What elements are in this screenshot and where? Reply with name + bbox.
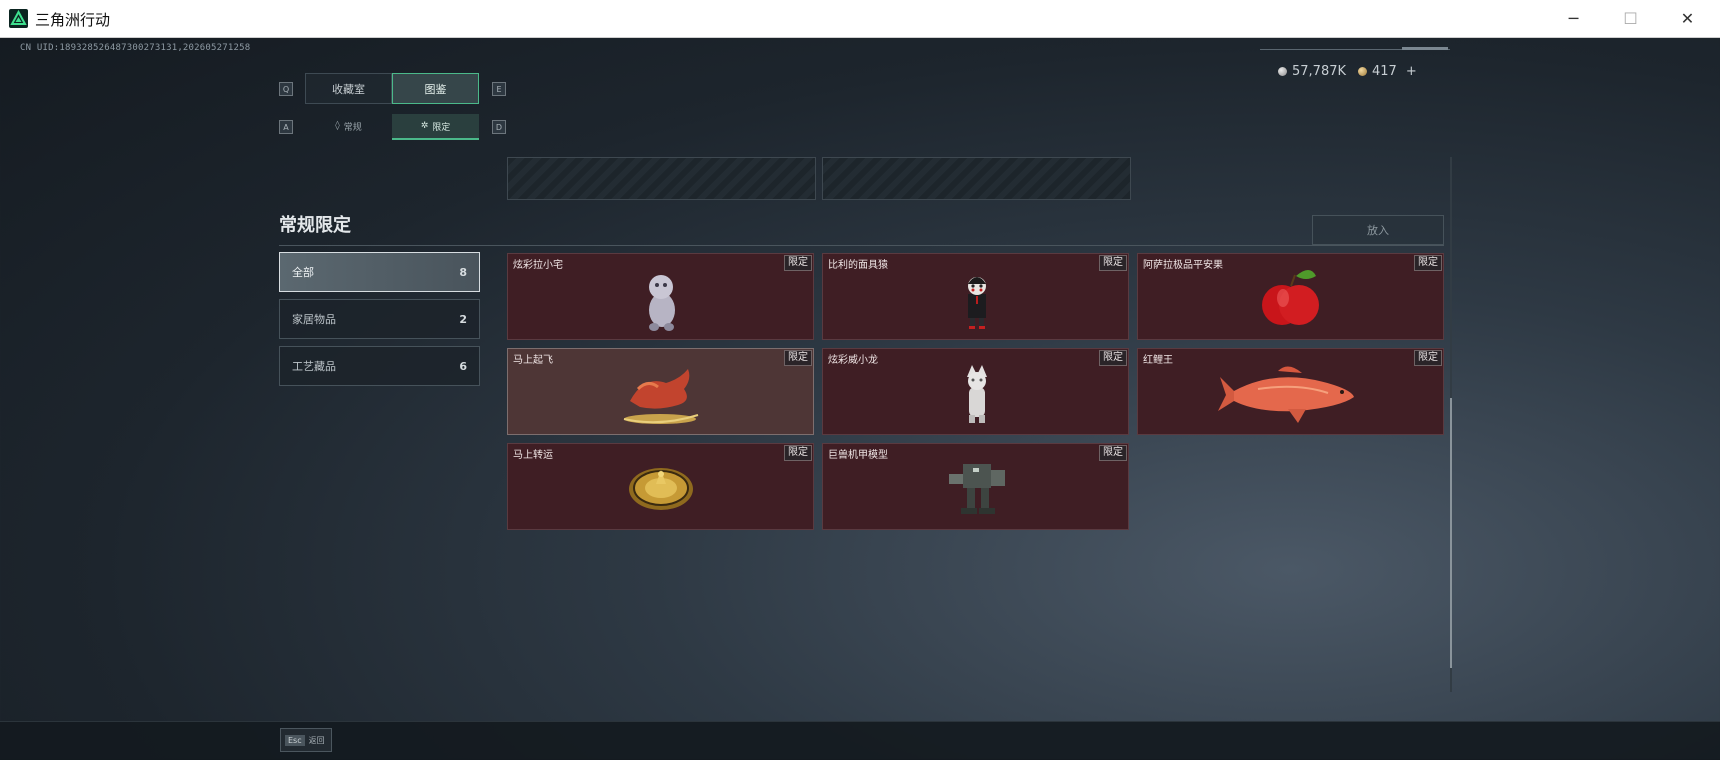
app-logo-icon	[9, 9, 28, 28]
subtab-label: 常规	[343, 122, 362, 133]
item-card[interactable]: 比利的面具猿 限定	[822, 253, 1129, 340]
item-name: 马上转运	[513, 450, 553, 461]
silver-value: 57,787K	[1292, 64, 1347, 79]
limited-badge: 限定	[1099, 445, 1127, 461]
item-name: 红鲤王	[1143, 355, 1173, 366]
item-card[interactable]: 阿萨拉极品平安果 限定	[1137, 253, 1444, 340]
item-name: 炫彩威小龙	[828, 355, 878, 366]
limited-badge: 限定	[1414, 255, 1442, 271]
limited-badge: 限定	[1414, 350, 1442, 366]
silver-coin-icon	[1278, 67, 1287, 76]
item-name: 巨兽机甲模型	[828, 450, 888, 461]
gold-currency[interactable]: 417 +	[1358, 64, 1417, 79]
item-card[interactable]: 红鲤王 限定	[1137, 348, 1444, 435]
section-divider	[279, 245, 1444, 246]
minimize-icon: ─	[1568, 9, 1579, 28]
close-button[interactable]: ✕	[1659, 0, 1716, 37]
tab-collection-room[interactable]: 收藏室	[305, 73, 392, 104]
scrollbar-thumb[interactable]	[1450, 398, 1452, 668]
window-title-bar: 三角洲行动 ─ ☐ ✕	[0, 0, 1720, 38]
gold-coin-icon	[1358, 67, 1367, 76]
item-card[interactable]: 炫彩拉小宅 限定	[507, 253, 814, 340]
subtab-limited[interactable]: ✲ 限定	[392, 114, 479, 140]
close-icon: ✕	[1680, 9, 1695, 28]
category-label: 全部	[292, 266, 314, 279]
add-currency-button[interactable]: +	[1406, 64, 1417, 79]
esc-key-hint: Esc	[285, 734, 305, 746]
maximize-icon: ☐	[1623, 9, 1638, 28]
category-count: 6	[459, 359, 467, 373]
category-label: 家居物品	[292, 313, 336, 326]
maximize-button[interactable]: ☐	[1602, 0, 1659, 37]
gold-value: 417	[1372, 64, 1397, 79]
limited-badge: 限定	[1099, 350, 1127, 366]
subtab-label: 限定	[432, 122, 451, 133]
header-divider-accent	[1402, 47, 1448, 50]
item-card[interactable]: 巨兽机甲模型 限定	[822, 443, 1129, 530]
limited-badge: 限定	[1099, 255, 1127, 271]
put-in-button[interactable]: 放入	[1312, 215, 1444, 245]
silver-currency: 57,787K	[1278, 64, 1346, 79]
collection-banner[interactable]	[507, 157, 816, 200]
limited-badge: 限定	[784, 255, 812, 271]
category-crafts[interactable]: 工艺藏品 6	[279, 346, 480, 386]
key-hint-a: A	[279, 120, 293, 134]
golden-compass-icon	[629, 468, 693, 510]
key-hint-e: E	[492, 82, 506, 96]
category-all[interactable]: 全部 8	[279, 252, 480, 292]
category-label: 工艺藏品	[292, 360, 336, 373]
regular-icon: ◊	[335, 121, 340, 131]
item-card[interactable]: 马上转运 限定	[507, 443, 814, 530]
horse-statue-icon	[623, 369, 699, 424]
item-card[interactable]: 马上起飞 限定	[507, 348, 814, 435]
carp-fish-icon	[1218, 366, 1354, 423]
item-name: 比利的面具猿	[828, 260, 888, 271]
minimize-button[interactable]: ─	[1545, 0, 1602, 37]
category-count: 2	[459, 312, 467, 326]
item-card[interactable]: 炫彩威小龙 限定	[822, 348, 1129, 435]
item-name: 马上起飞	[513, 355, 553, 366]
subtab-regular[interactable]: ◊ 常规	[305, 114, 392, 138]
limited-badge: 限定	[784, 350, 812, 366]
player-uid: CN UID:18932852648730027313​1,2026052712…	[20, 43, 251, 53]
section-title: 常规限定	[279, 215, 351, 236]
key-hint-q: Q	[279, 82, 293, 96]
bottom-bar	[0, 721, 1720, 760]
limited-icon: ✲	[420, 121, 429, 131]
category-home-items[interactable]: 家居物品 2	[279, 299, 480, 339]
item-name: 阿萨拉极品平安果	[1143, 260, 1223, 271]
collection-banner[interactable]	[822, 157, 1131, 200]
window-title: 三角洲行动	[35, 11, 111, 29]
category-count: 8	[459, 265, 467, 279]
key-hint-d: D	[492, 120, 506, 134]
item-name: 炫彩拉小宅	[513, 260, 563, 271]
back-label: 返回	[308, 735, 325, 745]
tab-label: 收藏室	[332, 82, 365, 96]
back-button[interactable]: Esc 返回	[280, 728, 332, 752]
tab-codex[interactable]: 图鉴	[392, 73, 479, 104]
tab-label: 图鉴	[424, 82, 447, 96]
limited-badge: 限定	[784, 445, 812, 461]
